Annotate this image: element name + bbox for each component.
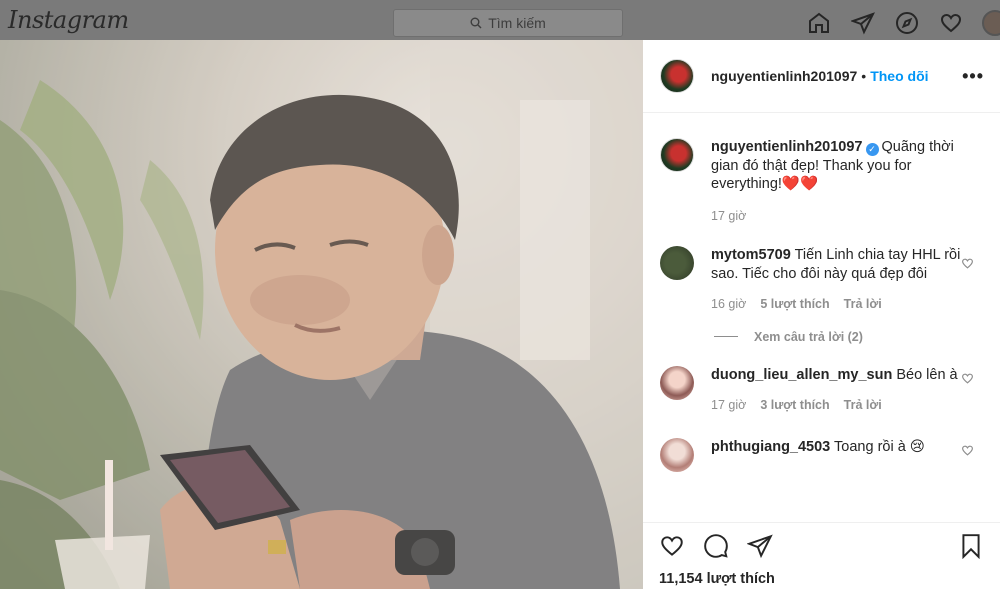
comment-text: Toang rồi à 😢 [834,438,925,455]
commenter-avatar[interactable] [660,365,694,400]
commenter-avatar[interactable] [660,437,694,472]
comment-like-heart-icon[interactable] [961,372,974,385]
like-heart-icon[interactable] [659,533,685,564]
comment-body: duong_lieu_allen_my_sun Béo lên à 17 giờ… [711,366,963,415]
save-bookmark-icon[interactable] [958,533,984,564]
view-replies-button[interactable]: Xem câu trả lời (2) [714,330,984,344]
more-options-icon[interactable]: ••• [962,66,984,87]
post-image [0,40,643,589]
explore-icon[interactable] [894,10,920,36]
post-header: nguyentienlinh201097 • Theo dõi ••• [643,40,1000,113]
share-icon[interactable] [746,533,773,564]
post-actions: 11,154 lượt thích [643,522,1000,589]
verified-badge-icon: ✓ [865,143,879,156]
profile-avatar[interactable] [982,10,1000,36]
caption-time[interactable]: 17 giờ [711,207,746,226]
commenter-avatar[interactable] [660,246,694,280]
instagram-logo[interactable]: Instagram [8,6,129,34]
comments-list[interactable]: nguyentienlinh201097 ✓ Quãng thời gian đó … [643,114,1000,522]
comment-username[interactable]: mytom5709 [711,247,791,263]
comment-like-heart-icon[interactable] [961,444,974,457]
nav-icons [806,10,1000,36]
caption-body: nguyentienlinh201097 ✓ Quãng thời gian đó … [711,138,963,225]
comment-body: phthugiang_4503 Toang rồi à 😢 [711,438,963,472]
comment-username[interactable]: phthugiang_4503 [711,439,830,455]
view-replies-label: Xem câu trả lời (2) [754,329,863,344]
top-navigation-bar: Instagram Tìm kiếm [0,0,1000,40]
like-count[interactable]: 11,154 lượt thích [659,571,984,587]
caption: nguyentienlinh201097 ✓ Quãng thời gian đó … [660,138,984,225]
comment-username[interactable]: duong_lieu_allen_my_sun [711,367,892,383]
reply-button[interactable]: Trả lời [844,295,882,314]
comment-icon[interactable] [703,533,729,564]
action-icons-row [659,533,984,563]
comment-time[interactable]: 16 giờ [711,295,746,314]
caption-meta: 17 giờ [711,207,963,226]
comment-meta: 17 giờ 3 lượt thích Trả lời [711,396,963,415]
comment-item: mytom5709 Tiến Linh chia tay HHL rồi sao… [660,246,984,314]
comment-item: duong_lieu_allen_my_sun Béo lên à 17 giờ… [660,365,984,415]
caption-username[interactable]: nguyentienlinh201097 [711,139,863,155]
direct-icon[interactable] [850,10,876,36]
comment-time[interactable]: 17 giờ [711,396,746,415]
comment-meta: 16 giờ 5 lượt thích Trả lời [711,295,963,314]
comment-item: phthugiang_4503 Toang rồi à 😢 [660,437,984,472]
comment-body: mytom5709 Tiến Linh chia tay HHL rồi sao… [711,246,963,314]
post-details-panel: nguyentienlinh201097 • Theo dõi ••• nguy… [643,40,1000,589]
activity-heart-icon[interactable] [938,10,964,36]
replies-line [714,336,738,337]
comment-likes[interactable]: 5 lượt thích [760,295,829,314]
comment-like-heart-icon[interactable] [961,257,974,270]
follow-button[interactable]: Theo dõi [870,68,928,84]
home-icon[interactable] [806,10,832,36]
caption-avatar[interactable] [660,138,694,172]
reply-button[interactable]: Trả lời [844,396,882,415]
author-avatar[interactable] [660,59,694,93]
comment-text: Béo lên à [896,366,958,383]
comment-likes[interactable]: 3 lượt thích [760,396,829,415]
post-photo-illustration [0,40,643,589]
search-placeholder: Tìm kiếm [488,15,546,31]
search-box[interactable]: Tìm kiếm [393,9,623,37]
author-username[interactable]: nguyentienlinh201097 [711,68,857,84]
search-icon [470,17,482,29]
separator-dot: • [861,68,867,84]
